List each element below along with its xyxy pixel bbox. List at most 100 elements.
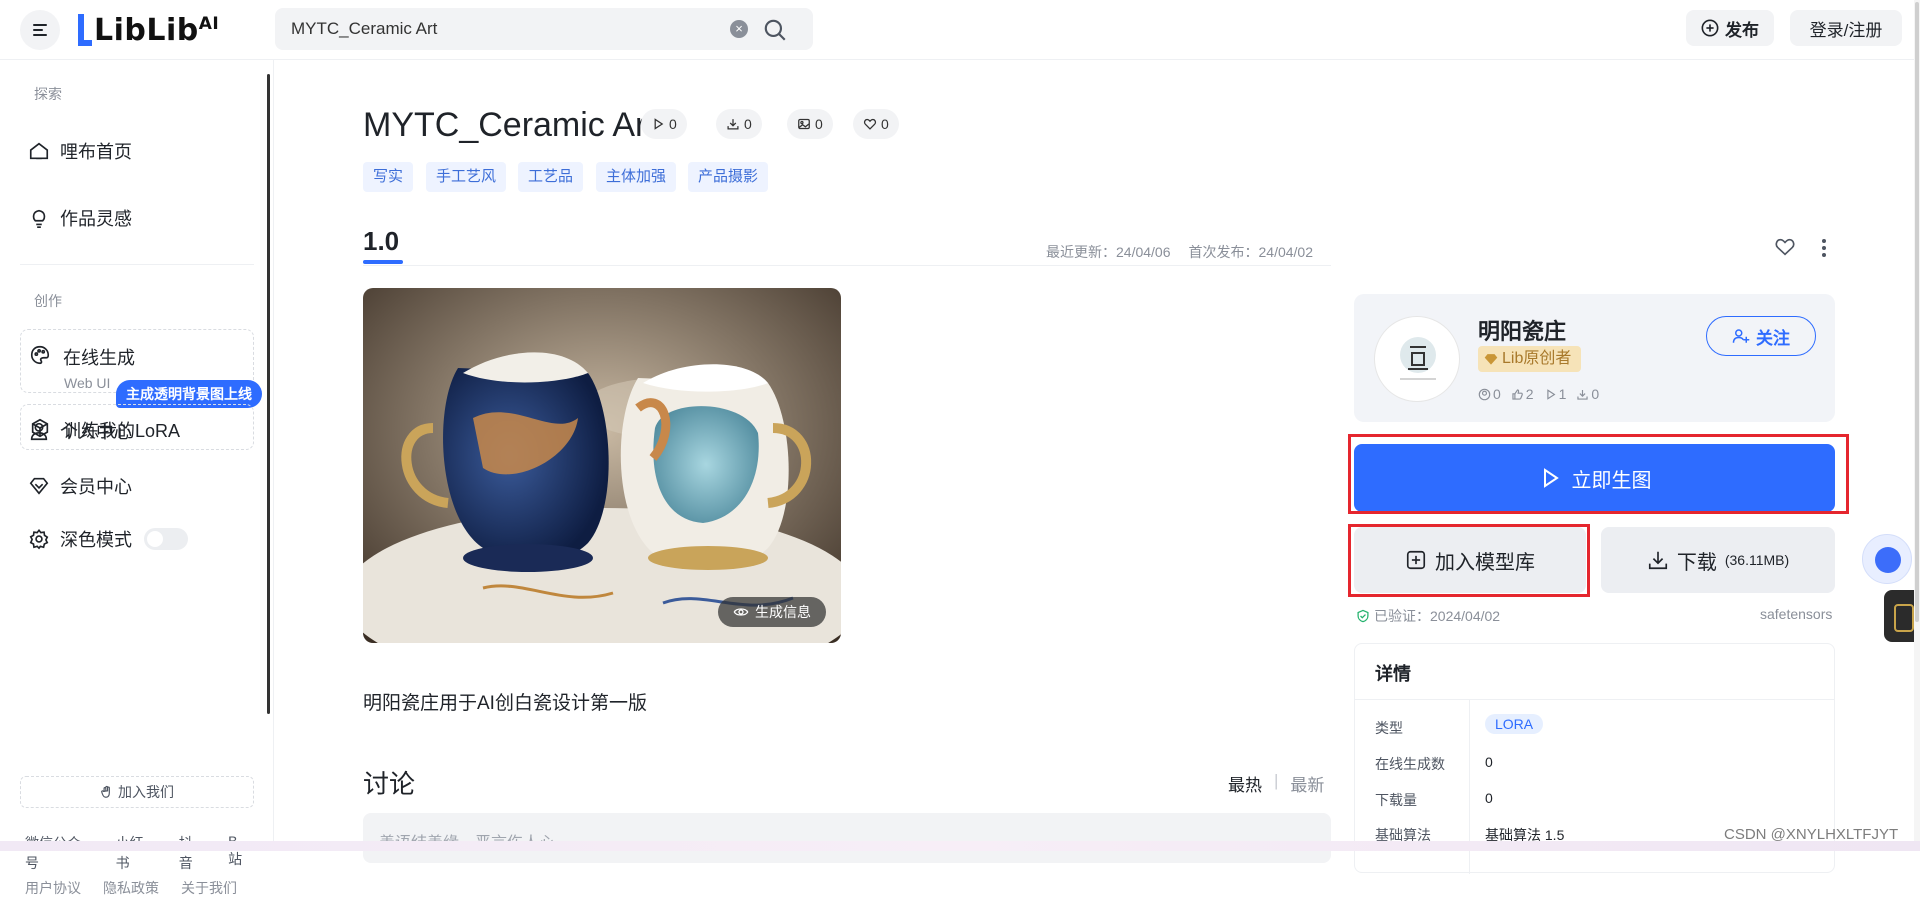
- logo-mark-icon: [78, 14, 92, 46]
- sidebar-item-home[interactable]: 哩布首页: [28, 131, 132, 171]
- sidebar-item-member[interactable]: 会员中心: [28, 466, 132, 506]
- link-about-us[interactable]: 关于我们: [181, 878, 237, 898]
- verified-status: 已验证：2024/04/02: [1356, 606, 1500, 626]
- version-divider: [363, 265, 1331, 266]
- sidebar-divider: [20, 264, 254, 265]
- highlight-box-generate: [1348, 434, 1849, 514]
- first-publish: 首次发布：24/04/02: [1188, 244, 1314, 260]
- tag-crafts[interactable]: 工艺品: [518, 162, 584, 192]
- discussion-sort: 最热 | 最新: [1228, 771, 1324, 796]
- model-preview-image[interactable]: [363, 288, 841, 643]
- author-likes: 2: [1511, 386, 1534, 402]
- sidebar-item-inspiration[interactable]: 作品灵感: [28, 198, 132, 238]
- download-icon: [727, 119, 739, 130]
- social-links: 微信公众号 小红书 抖音 B站: [25, 833, 273, 873]
- author-runs: 1: [1544, 386, 1566, 402]
- highlight-box-add-library: [1348, 524, 1590, 597]
- version-tab[interactable]: 1.0: [363, 226, 399, 257]
- version-tab-underline: [363, 260, 403, 264]
- shield-check-icon: [1357, 609, 1369, 623]
- floating-assistant-button[interactable]: [1862, 534, 1912, 584]
- last-update: 最近更新：24/04/06: [1046, 244, 1171, 260]
- sort-hot[interactable]: 最热: [1228, 771, 1262, 796]
- detail-value-online-gen: 0: [1485, 754, 1493, 770]
- tag-realistic[interactable]: 写实: [363, 162, 414, 192]
- author-name[interactable]: 明阳瓷庄: [1478, 314, 1566, 346]
- join-us-button[interactable]: 加入我们: [20, 776, 254, 808]
- author-avatar[interactable]: [1374, 316, 1460, 402]
- liblib-logo[interactable]: LibLibAI: [78, 12, 219, 48]
- diamond-icon: [29, 477, 49, 495]
- ceramic-teapots-image: [363, 288, 841, 643]
- eye-icon: [733, 608, 749, 616]
- user-circle-icon: [1478, 388, 1491, 400]
- link-privacy-policy[interactable]: 隐私政策: [103, 878, 159, 898]
- section-label-create: 创作: [34, 293, 62, 309]
- details-title: 详情: [1375, 664, 1411, 684]
- detail-value-downloads: 0: [1485, 790, 1493, 806]
- tag-handcraft[interactable]: 手工艺风: [426, 162, 507, 192]
- author-downloads: 0: [1576, 386, 1599, 402]
- user-icon: [30, 422, 48, 441]
- creator-badge: Lib原创者: [1478, 346, 1582, 372]
- publish-button[interactable]: 发布: [1686, 10, 1774, 46]
- generation-info-button[interactable]: 生成信息: [718, 597, 826, 627]
- favorite-heart-icon[interactable]: [1774, 236, 1796, 258]
- author-stats: 0 2 1 0: [1478, 386, 1599, 402]
- sidebar-item-dark-mode: 深色模式: [28, 519, 188, 559]
- tag-product-photography[interactable]: 产品摄影: [688, 162, 769, 192]
- stat-images: 0: [787, 109, 833, 139]
- play-icon: [1546, 388, 1556, 400]
- settings-gear-icon: [29, 528, 49, 550]
- link-xiaohongshu[interactable]: 小红书: [116, 833, 157, 873]
- detail-label-type: 类型: [1375, 720, 1403, 736]
- diamond-badge-icon: [1484, 354, 1498, 365]
- watermark: CSDN @XNYLHXLTFJYT: [1724, 826, 1899, 843]
- author-card: 明阳瓷庄 Lib原创者 0 2 1 0 关注: [1354, 294, 1835, 422]
- section-label-explore: 探索: [34, 86, 62, 102]
- sidebar-item-personal[interactable]: 个人中心: [28, 411, 132, 451]
- menu-button[interactable]: [20, 10, 60, 50]
- dark-mode-toggle[interactable]: [144, 528, 188, 550]
- author-followers: 0: [1478, 386, 1501, 402]
- play-icon: [654, 118, 664, 130]
- file-format: safetensors: [1760, 606, 1833, 622]
- model-title: MYTC_Ceramic Art: [363, 106, 656, 144]
- heart-icon: [863, 118, 877, 130]
- link-bilibili[interactable]: B站: [228, 833, 251, 873]
- link-douyin[interactable]: 抖音: [179, 833, 206, 873]
- more-options-icon[interactable]: [1820, 238, 1828, 258]
- detail-label-downloads: 下载量: [1375, 792, 1417, 808]
- top-header: LibLibAI × 发布 登录/注册: [0, 0, 1920, 60]
- comment-input[interactable]: 善语结善缘，恶言伤人心...: [363, 813, 1331, 863]
- hand-wave-icon: [101, 785, 110, 798]
- sidebar: 探索 哩布首页 作品灵感 创作 在线生成 Web UI 主成透明背景图上线 训练…: [0, 60, 274, 896]
- follow-button[interactable]: 关注: [1706, 316, 1816, 356]
- clear-icon[interactable]: ×: [730, 20, 748, 38]
- plus-circle-icon: [1701, 19, 1719, 37]
- thumbs-up-icon: [1512, 388, 1523, 400]
- add-user-icon: [1732, 329, 1750, 343]
- sidebar-scrollbar[interactable]: [267, 74, 270, 714]
- home-icon: [29, 142, 49, 160]
- page-scrollbar[interactable]: [1914, 0, 1920, 851]
- details-divider: [1355, 699, 1834, 700]
- stat-runs: 0: [641, 109, 687, 139]
- search-bar: ×: [275, 8, 813, 50]
- download-button[interactable]: 下载 (36.11MB): [1601, 527, 1835, 593]
- model-description: 明阳瓷庄用于AI创白瓷设计第一版: [363, 693, 647, 714]
- bottom-bar: [0, 841, 1920, 851]
- sort-new[interactable]: 最新: [1290, 771, 1324, 796]
- search-icon[interactable]: [762, 17, 788, 43]
- sort-separator: |: [1274, 771, 1279, 790]
- stat-downloads: 0: [716, 109, 762, 139]
- detail-label-online-gen: 在线生成数: [1375, 756, 1445, 772]
- author-logo-icon: [1400, 337, 1436, 380]
- download-icon: [1648, 551, 1667, 570]
- link-wechat[interactable]: 微信公众号: [25, 833, 94, 873]
- link-user-agreement[interactable]: 用户协议: [25, 878, 81, 898]
- search-input[interactable]: [291, 8, 731, 50]
- tag-subject-enhance[interactable]: 主体加强: [596, 162, 677, 192]
- download-icon: [1577, 389, 1589, 400]
- login-register-button[interactable]: 登录/注册: [1790, 10, 1902, 46]
